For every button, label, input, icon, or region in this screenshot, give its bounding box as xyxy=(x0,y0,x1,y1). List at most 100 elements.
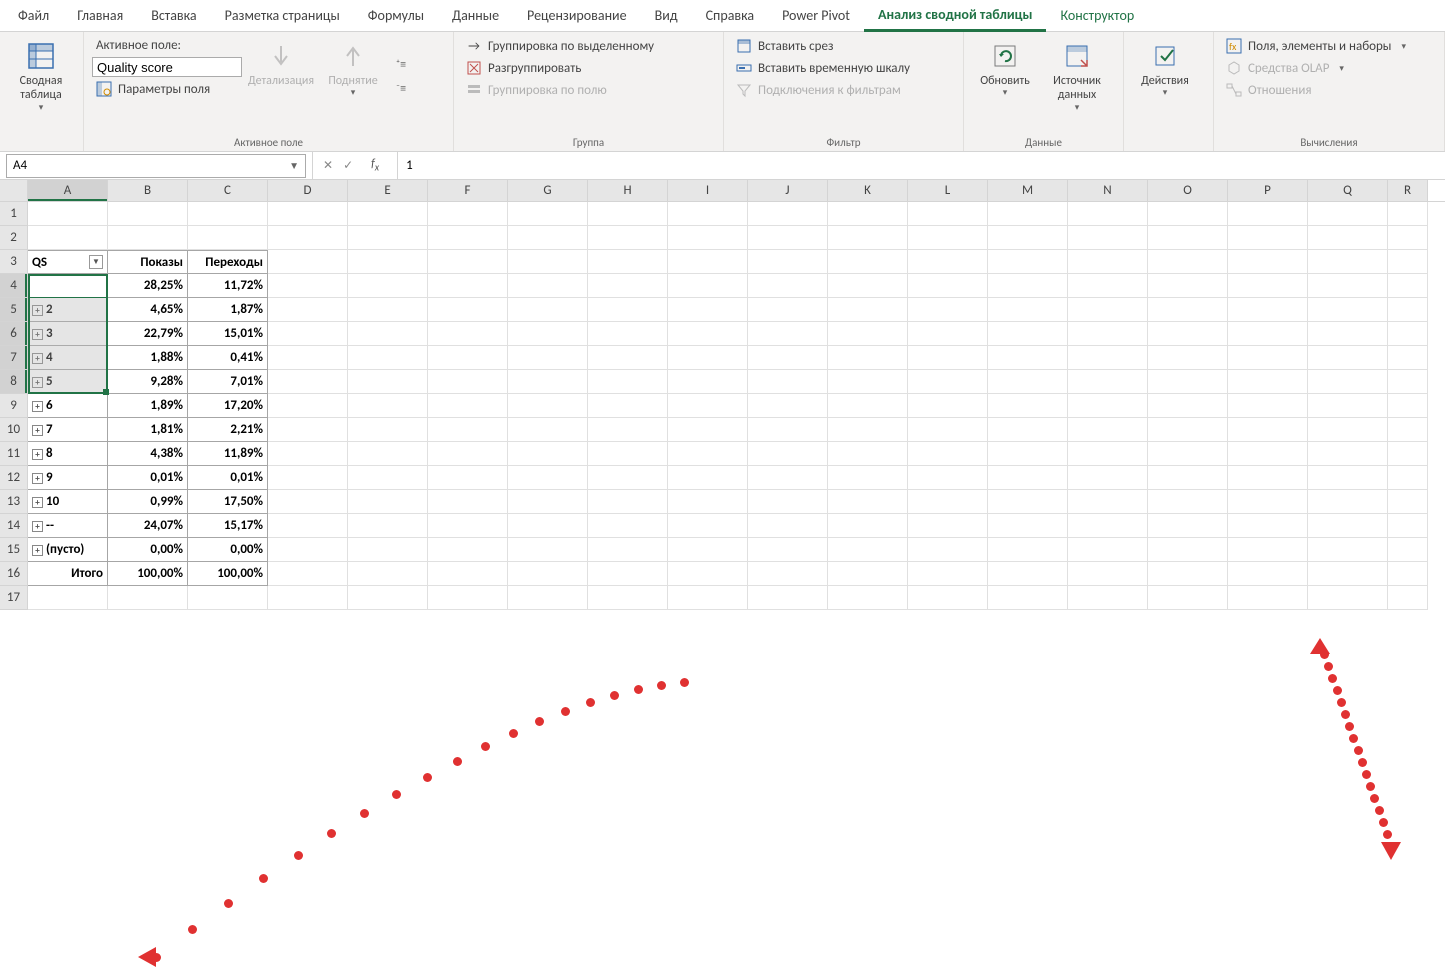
cell[interactable] xyxy=(348,298,428,322)
cell[interactable] xyxy=(1068,202,1148,226)
cell[interactable]: 15,01% xyxy=(188,322,268,346)
cell[interactable] xyxy=(1148,562,1228,586)
cell[interactable]: 1,88% xyxy=(108,346,188,370)
cancel-formula-button[interactable]: ✕ xyxy=(323,158,333,173)
cell[interactable] xyxy=(508,346,588,370)
cell[interactable] xyxy=(1228,442,1308,466)
cell[interactable] xyxy=(588,514,668,538)
cell[interactable] xyxy=(988,514,1068,538)
cell[interactable]: +1 xyxy=(28,274,108,298)
cell[interactable] xyxy=(668,466,748,490)
cell[interactable] xyxy=(1308,274,1388,298)
cell[interactable] xyxy=(1308,418,1388,442)
cell[interactable] xyxy=(988,442,1068,466)
col-header-D[interactable]: D xyxy=(268,180,348,201)
refresh-button[interactable]: Обновить ▾ xyxy=(972,36,1038,103)
col-header-Q[interactable]: Q xyxy=(1308,180,1388,201)
cell[interactable] xyxy=(1228,202,1308,226)
tab-view[interactable]: Вид xyxy=(641,1,692,30)
row-header[interactable]: 8 xyxy=(0,370,28,394)
cell[interactable] xyxy=(1148,298,1228,322)
cell[interactable]: 17,50% xyxy=(188,490,268,514)
cell[interactable] xyxy=(1308,298,1388,322)
tab-data[interactable]: Данные xyxy=(438,1,513,30)
cell[interactable] xyxy=(1148,418,1228,442)
cell[interactable] xyxy=(428,226,508,250)
cell[interactable] xyxy=(1148,370,1228,394)
col-header-I[interactable]: I xyxy=(668,180,748,201)
cell[interactable] xyxy=(348,442,428,466)
cell[interactable] xyxy=(908,514,988,538)
cell[interactable]: 4,38% xyxy=(108,442,188,466)
cell[interactable] xyxy=(908,418,988,442)
cell[interactable] xyxy=(348,394,428,418)
col-header-F[interactable]: F xyxy=(428,180,508,201)
cell[interactable] xyxy=(1068,586,1148,610)
cell[interactable] xyxy=(268,562,348,586)
cell[interactable] xyxy=(828,274,908,298)
col-header-B[interactable]: B xyxy=(108,180,188,201)
cell[interactable] xyxy=(1308,466,1388,490)
cell[interactable] xyxy=(908,202,988,226)
cell[interactable] xyxy=(1148,250,1228,274)
cell[interactable] xyxy=(1388,298,1428,322)
cell[interactable] xyxy=(748,538,828,562)
cell[interactable] xyxy=(1388,322,1428,346)
cell[interactable] xyxy=(588,298,668,322)
cell[interactable] xyxy=(1068,466,1148,490)
cell[interactable] xyxy=(1148,490,1228,514)
cell[interactable] xyxy=(348,322,428,346)
cell[interactable] xyxy=(828,370,908,394)
cell[interactable]: Показы xyxy=(108,250,188,274)
cell[interactable] xyxy=(428,370,508,394)
cell[interactable] xyxy=(1148,346,1228,370)
cell[interactable] xyxy=(1228,370,1308,394)
cell[interactable] xyxy=(348,538,428,562)
cell[interactable] xyxy=(1308,442,1388,466)
row-header[interactable]: 3 xyxy=(0,250,28,274)
cell[interactable] xyxy=(268,586,348,610)
cell[interactable] xyxy=(588,586,668,610)
cell[interactable] xyxy=(1388,538,1428,562)
cell[interactable] xyxy=(268,250,348,274)
cell[interactable] xyxy=(508,394,588,418)
col-header-C[interactable]: C xyxy=(188,180,268,201)
cell[interactable] xyxy=(1388,490,1428,514)
expand-icon[interactable]: + xyxy=(32,497,43,508)
cell[interactable] xyxy=(588,226,668,250)
cell[interactable] xyxy=(1228,250,1308,274)
cell[interactable] xyxy=(428,466,508,490)
cell[interactable] xyxy=(1228,586,1308,610)
cell[interactable] xyxy=(908,346,988,370)
cell[interactable]: 24,07% xyxy=(108,514,188,538)
cell[interactable] xyxy=(1308,202,1388,226)
row-header[interactable]: 2 xyxy=(0,226,28,250)
tab-insert[interactable]: Вставка xyxy=(137,1,210,30)
cell[interactable] xyxy=(748,298,828,322)
tab-formulas[interactable]: Формулы xyxy=(354,1,438,30)
cell[interactable] xyxy=(1148,586,1228,610)
fx-icon[interactable]: fx xyxy=(363,157,387,173)
cell[interactable] xyxy=(1228,298,1308,322)
cell[interactable] xyxy=(1388,250,1428,274)
cell[interactable] xyxy=(588,490,668,514)
cell[interactable] xyxy=(588,274,668,298)
cell[interactable] xyxy=(588,322,668,346)
cell[interactable] xyxy=(1228,538,1308,562)
cell[interactable] xyxy=(668,322,748,346)
cell[interactable] xyxy=(828,586,908,610)
cell[interactable]: +7 xyxy=(28,418,108,442)
cell[interactable] xyxy=(1068,418,1148,442)
cell[interactable] xyxy=(1148,202,1228,226)
formula-input[interactable]: 1 xyxy=(398,158,421,173)
cell[interactable]: 11,89% xyxy=(188,442,268,466)
cell[interactable] xyxy=(1068,322,1148,346)
chevron-down-icon[interactable]: ▼ xyxy=(289,159,299,172)
cell[interactable] xyxy=(508,538,588,562)
cell[interactable]: QS▼ xyxy=(28,250,108,274)
cell[interactable] xyxy=(668,346,748,370)
cell[interactable] xyxy=(1148,394,1228,418)
cell[interactable] xyxy=(988,322,1068,346)
cell[interactable] xyxy=(1228,418,1308,442)
row-header[interactable]: 5 xyxy=(0,298,28,322)
